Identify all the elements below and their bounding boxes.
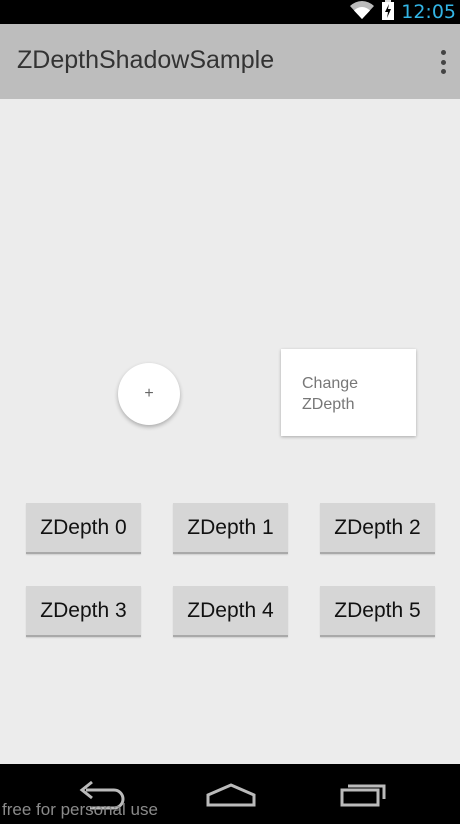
overflow-menu-icon[interactable] xyxy=(436,50,450,74)
wifi-icon xyxy=(349,0,375,25)
change-zdepth-button[interactable]: Change ZDepth xyxy=(281,349,416,436)
status-bar: 12:05 xyxy=(0,0,460,24)
zdepth-3-button[interactable]: ZDepth 3 xyxy=(26,586,141,637)
zdepth-1-button[interactable]: ZDepth 1 xyxy=(173,503,288,554)
fab-button[interactable]: + xyxy=(118,363,180,425)
action-bar: ZDepthShadowSample xyxy=(0,24,460,99)
navigation-bar: free for personal use xyxy=(0,764,460,824)
app-title: ZDepthShadowSample xyxy=(17,46,275,74)
change-zdepth-line1: Change xyxy=(302,375,359,392)
zdepth-5-button[interactable]: ZDepth 5 xyxy=(320,586,435,637)
home-icon[interactable] xyxy=(205,778,257,817)
zdepth-0-button[interactable]: ZDepth 0 xyxy=(26,503,141,554)
zdepth-4-button[interactable]: ZDepth 4 xyxy=(173,586,288,637)
change-zdepth-line2: ZDepth xyxy=(302,396,355,413)
recent-apps-icon[interactable] xyxy=(338,778,388,817)
main-content: + Change ZDepth ZDepth 0 ZDepth 1 ZDepth… xyxy=(0,99,460,764)
watermark-text: free for personal use xyxy=(2,800,158,819)
status-time: 12:05 xyxy=(401,1,456,23)
zdepth-2-button[interactable]: ZDepth 2 xyxy=(320,503,435,554)
battery-charging-icon xyxy=(381,0,395,25)
fab-label: + xyxy=(144,385,154,402)
status-icons: 12:05 xyxy=(349,0,456,24)
